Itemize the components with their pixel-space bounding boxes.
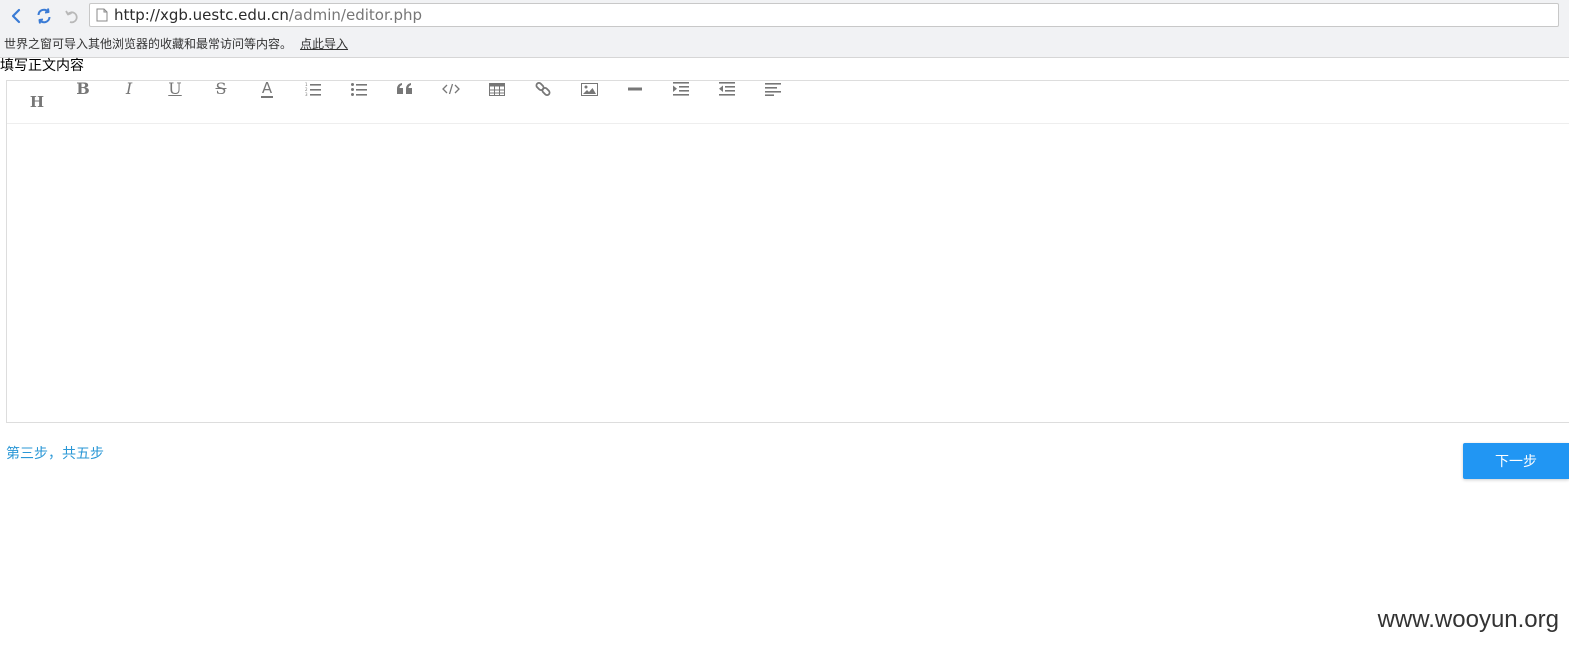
undo-button[interactable] bbox=[60, 4, 84, 28]
section-label: 填写正文内容 bbox=[0, 58, 84, 74]
url-text: http://xgb.uestc.edu.cn/admin/editor.php bbox=[114, 6, 422, 24]
url-host: http://xgb.uestc.edu.cn bbox=[114, 6, 289, 24]
code-button[interactable] bbox=[438, 78, 464, 100]
italic-button[interactable]: I bbox=[116, 78, 142, 100]
svg-text:3: 3 bbox=[305, 92, 308, 96]
blockquote-button[interactable] bbox=[392, 78, 418, 100]
quote-icon bbox=[397, 83, 412, 94]
page-icon bbox=[96, 8, 108, 22]
font-color-icon: A bbox=[260, 78, 274, 98]
heading-button[interactable]: H bbox=[24, 91, 50, 113]
unordered-list-button[interactable] bbox=[346, 78, 372, 100]
unordered-list-icon bbox=[351, 83, 367, 96]
ordered-list-button[interactable]: 1 2 3 bbox=[300, 78, 326, 100]
back-button[interactable] bbox=[4, 4, 28, 28]
chevron-left-icon bbox=[11, 8, 21, 24]
heading-icon: H bbox=[29, 92, 45, 111]
align-left-button[interactable] bbox=[760, 78, 786, 100]
infobar-text: 世界之窗可导入其他浏览器的收藏和最常访问等内容。 bbox=[4, 37, 293, 51]
step-indicator: 第三步，共五步 bbox=[6, 446, 104, 462]
indent-button[interactable] bbox=[668, 78, 694, 100]
link-button[interactable] bbox=[530, 78, 556, 100]
watermark: www.wooyun.org bbox=[1377, 606, 1559, 633]
outdent-icon bbox=[719, 82, 735, 96]
import-link[interactable]: 点此导入 bbox=[300, 37, 348, 51]
indent-icon bbox=[673, 82, 689, 96]
code-icon bbox=[442, 83, 460, 95]
underline-icon: U bbox=[168, 79, 182, 98]
strikethrough-button[interactable]: S bbox=[208, 78, 234, 100]
url-path: /admin/editor.php bbox=[288, 6, 423, 24]
refresh-button[interactable] bbox=[32, 4, 56, 28]
horizontal-rule-button[interactable] bbox=[622, 78, 648, 100]
strikethrough-icon: S bbox=[215, 79, 227, 98]
bold-icon: B bbox=[76, 79, 90, 98]
image-icon bbox=[580, 82, 598, 96]
link-icon bbox=[535, 82, 551, 96]
horizontal-rule-icon bbox=[628, 87, 642, 91]
table-button[interactable] bbox=[484, 78, 510, 100]
next-step-button[interactable]: 下一步 bbox=[1463, 443, 1569, 479]
import-infobar: 世界之窗可导入其他浏览器的收藏和最常访问等内容。 点此导入 bbox=[4, 35, 348, 52]
bold-button[interactable]: B bbox=[70, 78, 96, 100]
editor-content-area[interactable] bbox=[7, 124, 1569, 421]
rich-text-editor: H B I U S A 1 2 3 bbox=[6, 80, 1569, 423]
table-icon bbox=[489, 82, 505, 96]
outdent-button[interactable] bbox=[714, 78, 740, 100]
font-color-button[interactable]: A bbox=[254, 78, 280, 100]
address-bar[interactable]: http://xgb.uestc.edu.cn/admin/editor.php bbox=[89, 3, 1559, 27]
align-left-icon bbox=[765, 82, 781, 96]
underline-button[interactable]: U bbox=[162, 78, 188, 100]
refresh-icon bbox=[37, 8, 51, 24]
browser-chrome: http://xgb.uestc.edu.cn/admin/editor.php… bbox=[0, 0, 1569, 58]
undo-icon bbox=[65, 10, 78, 24]
italic-icon: I bbox=[125, 79, 133, 98]
image-button[interactable] bbox=[576, 78, 602, 100]
ordered-list-icon: 1 2 3 bbox=[305, 82, 321, 96]
editor-toolbar: H B I U S A 1 2 3 bbox=[7, 78, 1569, 124]
